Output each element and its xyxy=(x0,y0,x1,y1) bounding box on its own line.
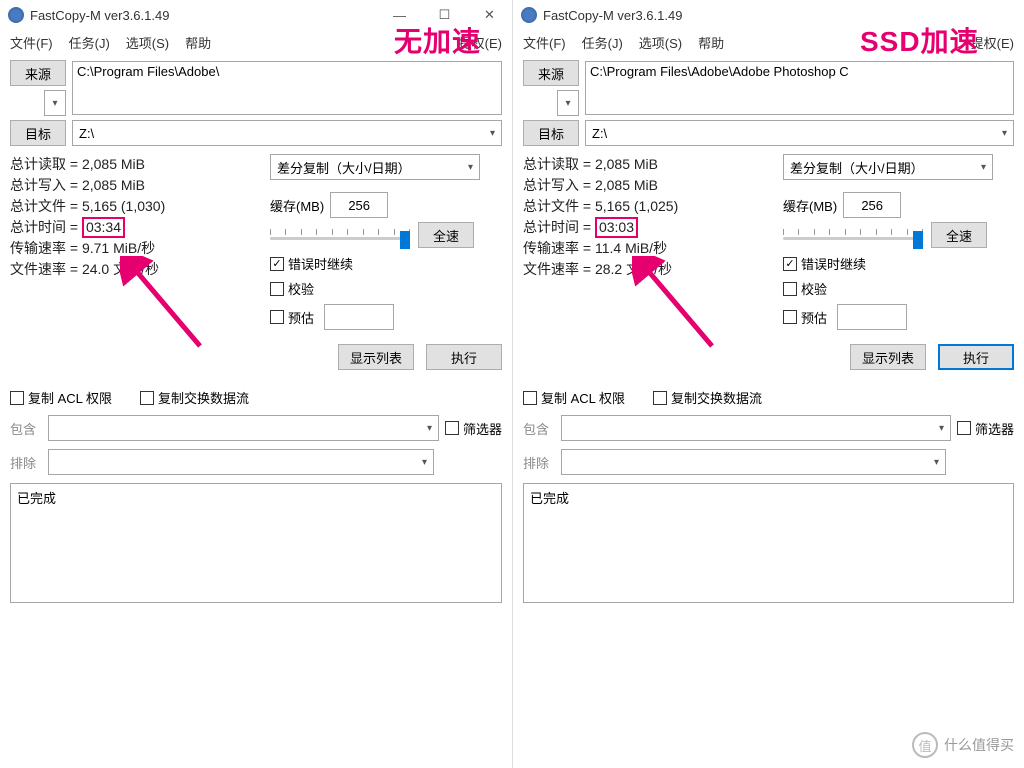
execute-button[interactable]: 执行 xyxy=(938,344,1014,370)
execute-button[interactable]: 执行 xyxy=(426,344,502,370)
altstream-checkbox[interactable] xyxy=(140,391,154,405)
dest-input[interactable]: Z:\▾ xyxy=(585,120,1014,146)
include-input[interactable]: ▾ xyxy=(48,415,439,441)
continue-on-error-checkbox[interactable] xyxy=(270,257,284,271)
source-button[interactable]: 来源 xyxy=(10,60,66,86)
overlay-label-no-accel: 无加速 xyxy=(394,20,481,60)
speed-slider[interactable] xyxy=(270,223,410,247)
exclude-label: 排除 xyxy=(523,453,555,472)
chevron-down-icon: ▾ xyxy=(981,162,986,173)
acl-checkbox[interactable] xyxy=(10,391,24,405)
source-button[interactable]: 来源 xyxy=(523,60,579,86)
dest-button[interactable]: 目标 xyxy=(523,120,579,146)
include-label: 包含 xyxy=(10,419,42,438)
menu-help[interactable]: 帮助 xyxy=(185,33,211,52)
fastcopy-window-right: FastCopy-M ver3.6.1.49 文件(F) 任务(J) 选项(S)… xyxy=(512,0,1024,768)
source-input[interactable] xyxy=(585,61,1014,115)
full-speed-button[interactable]: 全速 xyxy=(418,222,474,248)
exclude-label: 排除 xyxy=(10,453,42,472)
app-icon xyxy=(8,7,24,23)
exclude-input[interactable]: ▾ xyxy=(48,449,434,475)
filter-checkbox[interactable] xyxy=(445,421,459,435)
filter-checkbox[interactable] xyxy=(957,421,971,435)
watermark-icon: 值 xyxy=(912,732,938,758)
menu-file[interactable]: 文件(F) xyxy=(10,33,53,52)
verify-checkbox[interactable] xyxy=(270,282,284,296)
acl-checkbox[interactable] xyxy=(523,391,537,405)
dest-input[interactable]: Z:\▾ xyxy=(72,120,502,146)
window-title: FastCopy-M ver3.6.1.49 xyxy=(543,8,682,23)
copy-mode-select[interactable]: 差分复制（大小/日期）▾ xyxy=(783,154,993,180)
chevron-down-icon: ▾ xyxy=(468,162,473,173)
show-list-button[interactable]: 显示列表 xyxy=(850,344,926,370)
estimate-checkbox[interactable] xyxy=(270,310,284,324)
estimate-checkbox[interactable] xyxy=(783,310,797,324)
menu-task[interactable]: 任务(J) xyxy=(69,33,110,52)
copy-mode-select[interactable]: 差分复制（大小/日期）▾ xyxy=(270,154,480,180)
cache-input[interactable] xyxy=(330,192,388,218)
watermark: 值 什么值得买 xyxy=(912,732,1014,758)
chevron-down-icon: ▾ xyxy=(1002,128,1007,139)
estimate-input[interactable] xyxy=(324,304,394,330)
menu-option[interactable]: 选项(S) xyxy=(639,33,682,52)
total-time-highlight: 03:34 xyxy=(82,217,125,238)
altstream-checkbox[interactable] xyxy=(653,391,667,405)
source-input[interactable] xyxy=(72,61,502,115)
total-time-highlight: 03:03 xyxy=(595,217,638,238)
show-list-button[interactable]: 显示列表 xyxy=(338,344,414,370)
estimate-input[interactable] xyxy=(837,304,907,330)
exclude-input[interactable]: ▾ xyxy=(561,449,946,475)
cache-label: 缓存(MB) xyxy=(270,196,324,215)
continue-on-error-checkbox[interactable] xyxy=(783,257,797,271)
full-speed-button[interactable]: 全速 xyxy=(931,222,987,248)
speed-slider[interactable] xyxy=(783,223,923,247)
log-output: 已完成 xyxy=(523,483,1014,603)
menu-option[interactable]: 选项(S) xyxy=(126,33,169,52)
verify-checkbox[interactable] xyxy=(783,282,797,296)
dest-button[interactable]: 目标 xyxy=(10,120,66,146)
cache-label: 缓存(MB) xyxy=(783,196,837,215)
stats-panel: 总计读取 = 2,085 MiB 总计写入 = 2,085 MiB 总计文件 =… xyxy=(10,154,270,370)
include-input[interactable]: ▾ xyxy=(561,415,951,441)
menu-help[interactable]: 帮助 xyxy=(698,33,724,52)
overlay-label-ssd-accel: SSD加速 xyxy=(860,20,979,60)
cache-input[interactable] xyxy=(843,192,901,218)
log-output: 已完成 xyxy=(10,483,502,603)
chevron-down-icon: ▾ xyxy=(490,128,495,139)
menu-task[interactable]: 任务(J) xyxy=(582,33,623,52)
include-label: 包含 xyxy=(523,419,555,438)
window-title: FastCopy-M ver3.6.1.49 xyxy=(30,8,169,23)
menu-file[interactable]: 文件(F) xyxy=(523,33,566,52)
source-history-dropdown[interactable]: ▾ xyxy=(44,90,66,116)
fastcopy-window-left: FastCopy-M ver3.6.1.49 — ☐ ✕ 文件(F) 任务(J)… xyxy=(0,0,512,768)
source-history-dropdown[interactable]: ▾ xyxy=(557,90,579,116)
app-icon xyxy=(521,7,537,23)
stats-panel: 总计读取 = 2,085 MiB 总计写入 = 2,085 MiB 总计文件 =… xyxy=(523,154,783,370)
